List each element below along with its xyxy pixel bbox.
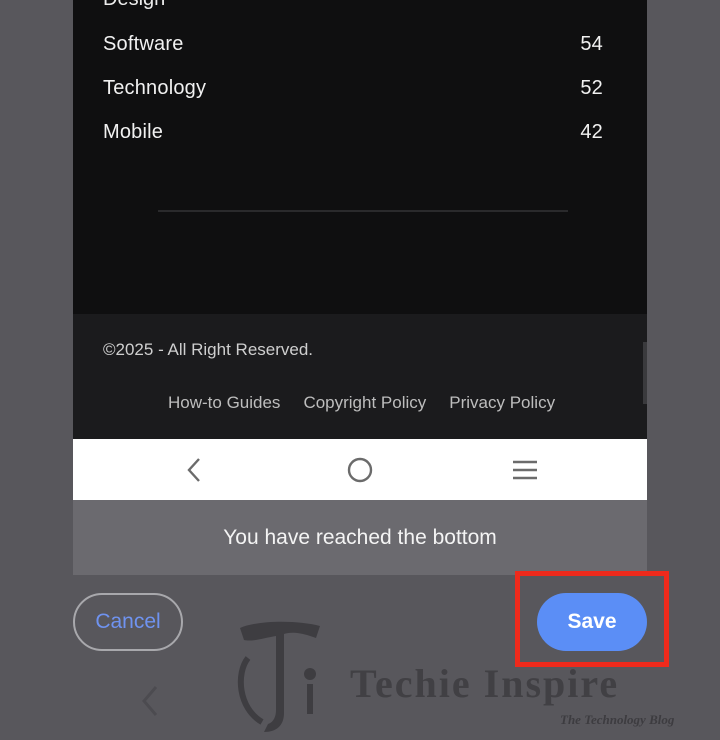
category-label: Software xyxy=(103,32,184,55)
back-button[interactable] xyxy=(177,453,211,487)
recents-button[interactable] xyxy=(508,453,542,487)
home-button[interactable] xyxy=(343,453,377,487)
divider xyxy=(158,210,568,212)
category-row[interactable]: Software 54 xyxy=(103,22,603,66)
category-list: Software 54 Technology 52 Mobile 42 xyxy=(103,22,603,154)
footer-link-copyright-policy[interactable]: Copyright Policy xyxy=(303,393,426,413)
watermark-title: Techie Inspire xyxy=(350,661,620,706)
category-label: Mobile xyxy=(103,120,164,143)
site-footer: ©2025 - All Right Reserved. How-to Guide… xyxy=(73,314,647,439)
watermark-logo xyxy=(237,621,320,732)
category-count: 52 xyxy=(580,76,603,99)
blog-page: Design Software 54 Technology 52 Mobile … xyxy=(73,0,647,314)
footer-link-privacy-policy[interactable]: Privacy Policy xyxy=(449,393,555,413)
footer-link-how-to-guides[interactable]: How-to Guides xyxy=(168,393,280,413)
partial-category-row: Design xyxy=(103,0,165,11)
copyright-text: ©2025 - All Right Reserved. xyxy=(103,340,314,359)
system-nav-bar xyxy=(73,439,647,500)
category-count: 42 xyxy=(580,120,603,143)
toast-message: You have reached the bottom xyxy=(223,525,497,549)
category-count: 54 xyxy=(580,32,603,55)
watermark-tagline: The Technology Blog xyxy=(560,712,675,727)
chevron-left-icon xyxy=(142,686,158,716)
footer-links: How-to Guides Copyright Policy Privacy P… xyxy=(168,393,555,413)
category-row[interactable]: Technology 52 xyxy=(103,66,603,110)
back-icon xyxy=(187,458,200,482)
save-highlight-box xyxy=(515,571,669,667)
recents-icon xyxy=(513,460,537,480)
category-label: Technology xyxy=(103,76,207,99)
category-row[interactable]: Mobile 42 xyxy=(103,110,603,154)
scrollbar-thumb[interactable] xyxy=(643,342,647,404)
cancel-button[interactable]: Cancel xyxy=(73,593,183,651)
bottom-reached-toast: You have reached the bottom xyxy=(73,500,647,575)
home-icon xyxy=(347,457,373,483)
